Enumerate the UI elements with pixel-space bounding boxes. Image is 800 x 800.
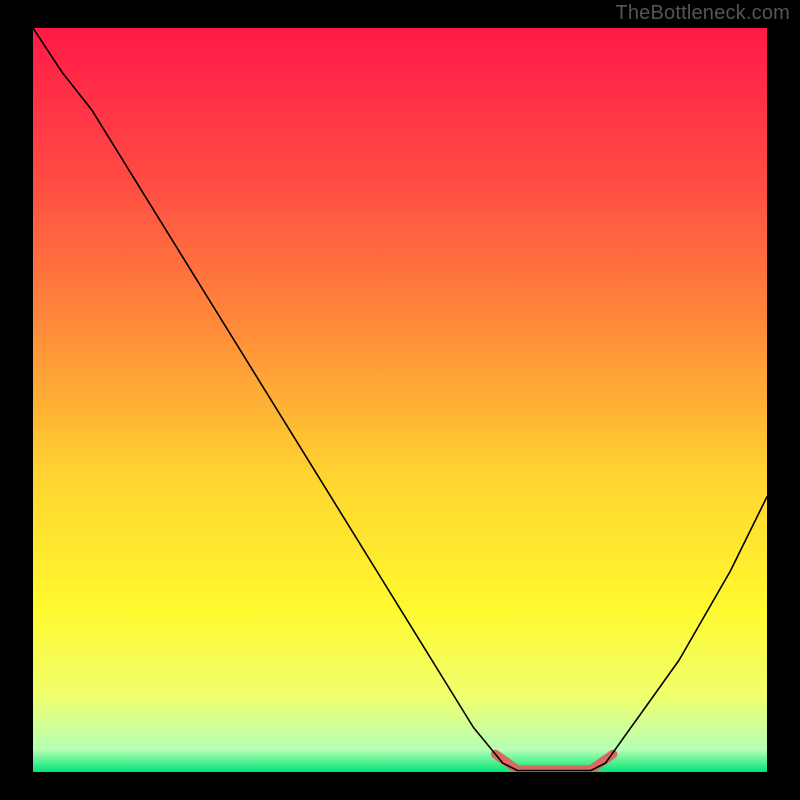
plot-area bbox=[33, 28, 767, 772]
chart-frame: TheBottleneck.com bbox=[0, 0, 800, 800]
background-rect bbox=[33, 28, 767, 772]
chart-svg bbox=[33, 28, 767, 772]
watermark-text: TheBottleneck.com bbox=[615, 2, 790, 25]
